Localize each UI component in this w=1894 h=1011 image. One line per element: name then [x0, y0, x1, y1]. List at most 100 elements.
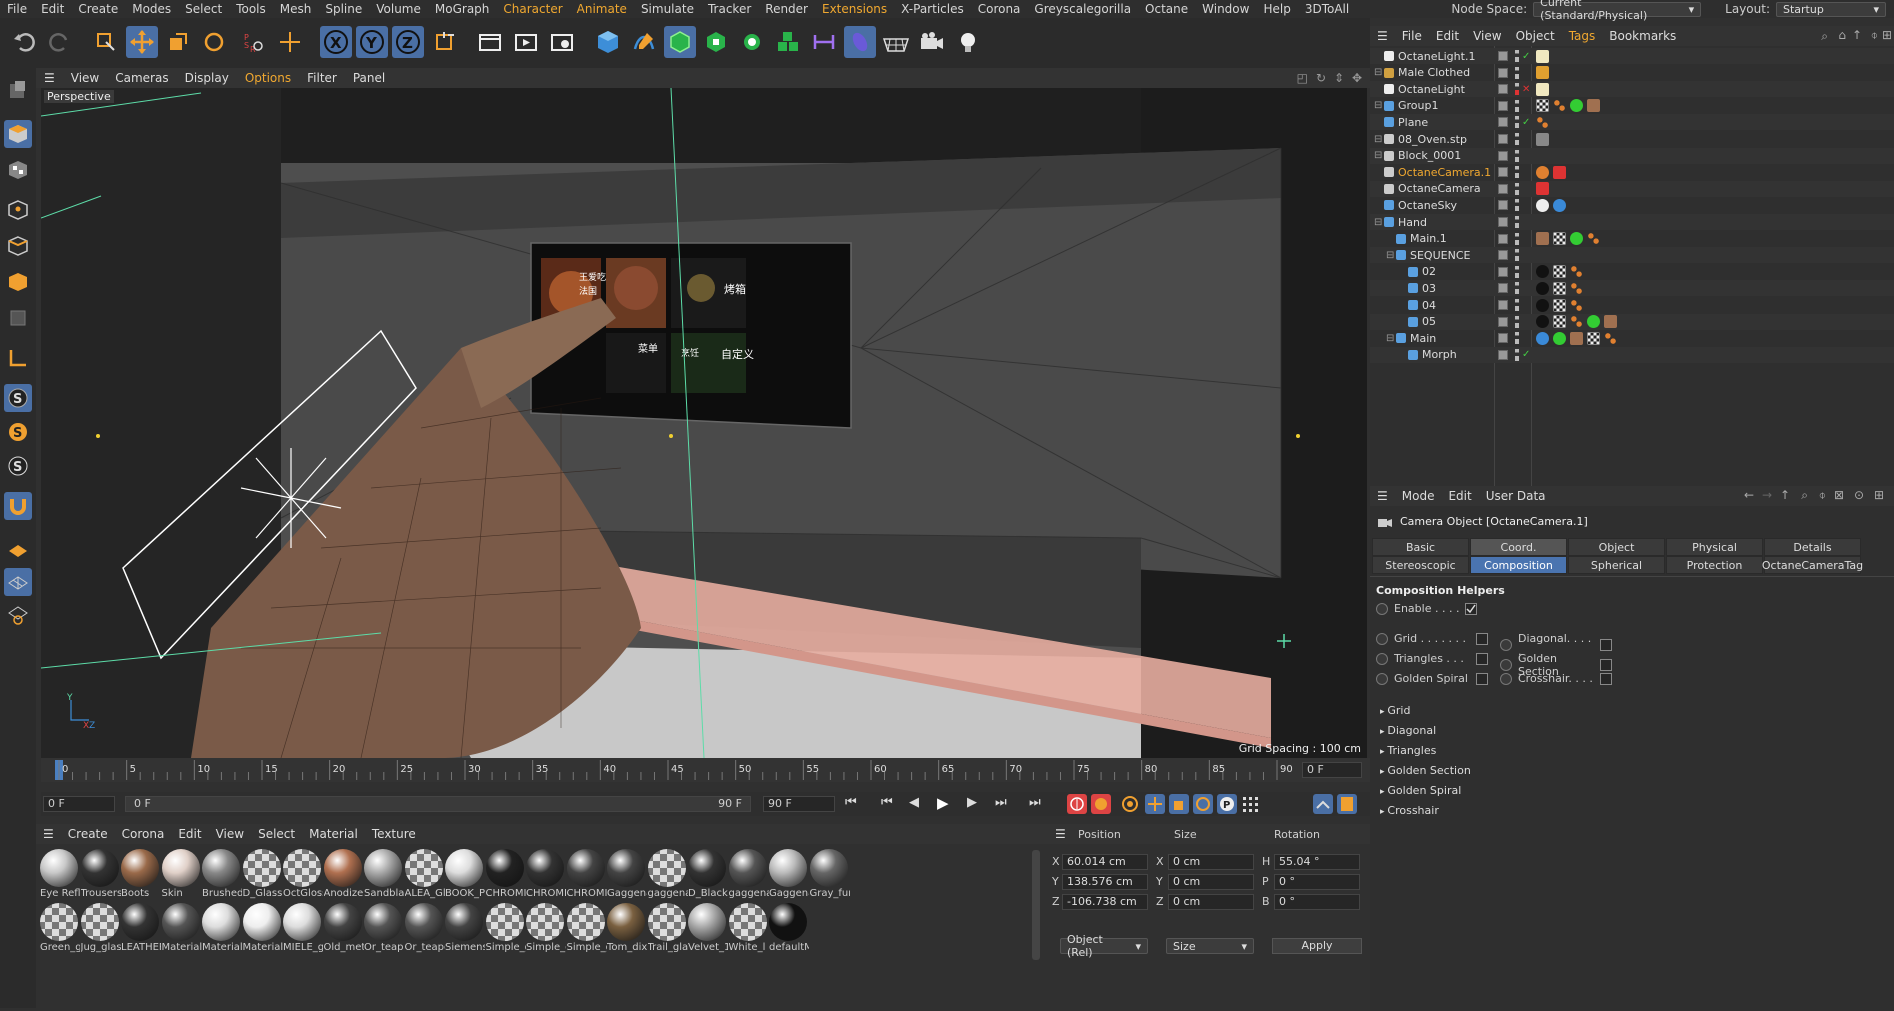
viewport-menu-panel[interactable]: Panel	[345, 71, 393, 85]
object-home-icon[interactable]: ⌂	[1838, 28, 1846, 42]
timeline-ruler[interactable]: 0 5 10 15 20 25 30 35 40 45 50 55 60 65 70 75 80 85 90 0 F	[41, 758, 1370, 782]
object-tag-icon[interactable]	[1570, 281, 1583, 295]
material-swatch[interactable]: Gray_fur	[809, 848, 854, 910]
model-mode-icon[interactable]	[4, 120, 32, 148]
object-up-icon[interactable]: ↑	[1852, 28, 1862, 42]
snap-icon[interactable]: S	[4, 384, 32, 412]
go-to-end-icon[interactable]: ⏭	[1029, 795, 1041, 810]
viewport-zoom-icon[interactable]: ⇕	[1334, 71, 1344, 85]
redo-icon[interactable]	[44, 26, 76, 58]
option-animate-dot[interactable]	[1376, 652, 1388, 665]
rotate-tool-icon[interactable]	[198, 26, 230, 58]
material-swatch[interactable]: Simple_g	[485, 902, 530, 964]
object-name[interactable]: 03	[1422, 282, 1436, 295]
object-tag-icon[interactable]	[1536, 132, 1549, 146]
object-name[interactable]: 04	[1422, 299, 1436, 312]
object-tag-icon[interactable]	[1570, 298, 1583, 312]
menu-volume[interactable]: Volume	[369, 2, 428, 16]
edit-visibility-icon[interactable]	[1498, 167, 1508, 178]
mograph-cubes-icon[interactable]	[772, 26, 804, 58]
object-search-icon[interactable]: ⌕	[1821, 29, 1828, 44]
tab-stereoscopic[interactable]: Stereoscopic	[1372, 556, 1469, 574]
material-swatch[interactable]: D_Glass	[242, 848, 287, 910]
render-view-icon[interactable]	[474, 26, 506, 58]
material-swatch[interactable]: Simple_g	[526, 902, 570, 964]
position-x-field[interactable]: 60.014 cm	[1062, 854, 1148, 870]
tab-object[interactable]: Object	[1568, 538, 1665, 556]
object-tag-icon[interactable]	[1604, 331, 1617, 345]
object-tag-icon[interactable]	[1553, 331, 1566, 345]
material-swatch[interactable]: MIELE_g	[283, 902, 327, 964]
render-visibility-dots[interactable]	[1515, 282, 1519, 295]
rotation-b-field[interactable]: 0 °	[1274, 894, 1360, 910]
record-key-icon[interactable]	[1067, 794, 1087, 814]
material-menu-edit[interactable]: Edit	[171, 827, 208, 841]
edit-visibility-icon[interactable]	[1498, 316, 1508, 327]
material-swatch[interactable]: CHROMI	[526, 848, 570, 910]
object-tag-icon[interactable]	[1536, 66, 1549, 80]
size-x-field[interactable]: 0 cm	[1168, 854, 1254, 870]
attr-search-icon[interactable]: ⌕	[1801, 488, 1808, 503]
psr-icon[interactable]: PSR	[238, 26, 270, 58]
object-tag-icon[interactable]	[1570, 99, 1583, 113]
autokey-icon[interactable]	[1091, 794, 1111, 814]
edit-visibility-icon[interactable]	[1498, 349, 1508, 360]
object-row[interactable]: OctaneCamera	[1370, 180, 1894, 197]
disabled-x-icon[interactable]: ✕	[1522, 84, 1530, 95]
material-swatch[interactable]: Boots	[121, 848, 165, 910]
apply-button[interactable]: Apply	[1272, 938, 1362, 954]
edit-visibility-icon[interactable]	[1498, 217, 1508, 227]
object-row[interactable]: OctaneLight.1 ✓	[1370, 48, 1894, 64]
object-tag-icon[interactable]	[1553, 281, 1566, 295]
attr-back-icon[interactable]: ←	[1744, 488, 1754, 502]
object-menu-view[interactable]: View	[1466, 29, 1508, 43]
attr-forward-icon[interactable]: →	[1762, 488, 1772, 502]
material-swatch[interactable]: Material	[161, 902, 206, 964]
viewport-menu-filter[interactable]: Filter	[299, 71, 345, 85]
material-swatch[interactable]: Siemens	[445, 902, 489, 964]
object-tag-icon[interactable]	[1553, 99, 1566, 113]
fold-group-grid[interactable]: ▸ Grid	[1380, 704, 1410, 717]
tab-spherical[interactable]: Spherical	[1568, 556, 1665, 574]
render-visibility-dots[interactable]	[1515, 332, 1519, 345]
expand-toggle-icon[interactable]: ⊟	[1374, 134, 1382, 145]
z-axis-lock-icon[interactable]: Z	[392, 26, 424, 58]
option-animate-dot[interactable]	[1500, 659, 1512, 671]
workplane-lock-icon[interactable]	[4, 600, 32, 628]
material-swatch[interactable]: BOOK_P	[445, 848, 489, 910]
material-menu-select[interactable]: Select	[251, 827, 302, 841]
option-animate-dot[interactable]	[1376, 632, 1388, 645]
key-scale-icon[interactable]	[1169, 794, 1189, 814]
composition-option-checkbox[interactable]	[1600, 672, 1612, 685]
material-swatch[interactable]: Gaggena	[607, 848, 651, 910]
key-parameter-icon[interactable]: P	[1217, 794, 1237, 814]
object-name[interactable]: OctaneSky	[1398, 199, 1457, 212]
tab-octanecameratag[interactable]: OctaneCameraTag	[1762, 556, 1863, 574]
material-swatch[interactable]: CHROMI	[566, 848, 611, 910]
object-tag-icon[interactable]	[1536, 298, 1549, 312]
object-row[interactable]: Plane ✓	[1370, 114, 1894, 131]
attr-settings-icon[interactable]: ⊙	[1854, 488, 1864, 502]
edit-visibility-icon[interactable]	[1498, 266, 1508, 277]
material-hamburger-icon[interactable]: ☰	[36, 827, 61, 841]
viewport-menu-display[interactable]: Display	[177, 71, 237, 85]
key-rotation-icon[interactable]	[1193, 794, 1213, 814]
menu-animate[interactable]: Animate	[570, 2, 634, 16]
key-position-icon[interactable]	[1145, 794, 1165, 814]
tab-coord-[interactable]: Coord.	[1470, 538, 1567, 556]
object-tag-icon[interactable]	[1536, 315, 1549, 329]
object-name[interactable]: Morph	[1422, 348, 1457, 361]
menu-create[interactable]: Create	[71, 2, 125, 16]
move-tool-icon[interactable]	[126, 26, 158, 58]
viewport-toggle-icon[interactable]: ◰	[1297, 71, 1308, 85]
material-menu-texture[interactable]: Texture	[365, 827, 423, 841]
next-key-icon[interactable]: ⏭	[995, 795, 1007, 810]
material-swatch[interactable]: Simple_g	[566, 902, 611, 964]
light-icon[interactable]	[952, 26, 984, 58]
render-visibility-dots[interactable]	[1515, 265, 1519, 278]
render-visibility-dots[interactable]	[1515, 199, 1519, 212]
expand-toggle-icon[interactable]: ⊟	[1374, 67, 1382, 78]
composition-option-checkbox[interactable]	[1600, 639, 1612, 651]
edit-visibility-icon[interactable]	[1498, 150, 1508, 161]
object-name[interactable]: Plane	[1398, 116, 1428, 129]
